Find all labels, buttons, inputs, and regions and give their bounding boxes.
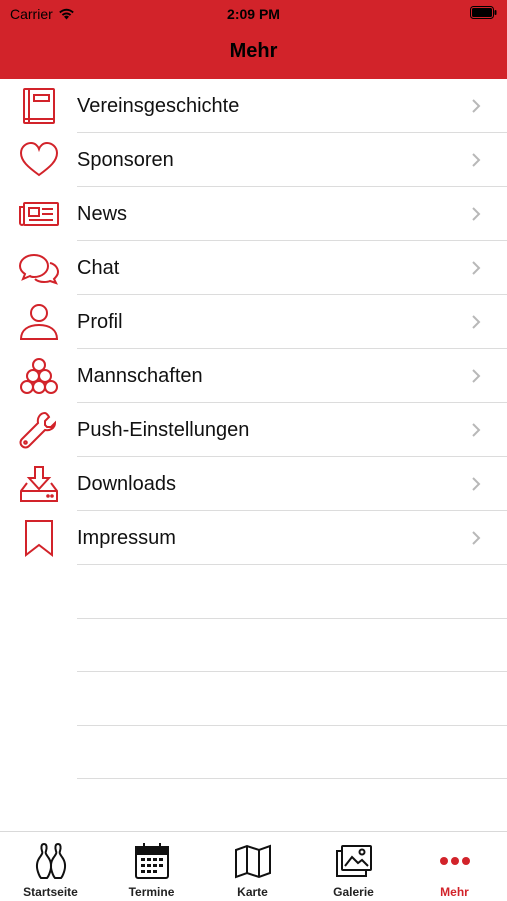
page-title: Mehr <box>229 40 278 62</box>
tab-label: Galerie <box>333 885 374 899</box>
chevron-right-icon <box>472 369 481 383</box>
menu-item-label: Downloads <box>77 473 176 495</box>
calendar-icon <box>135 843 169 879</box>
menu-item-impressum[interactable]: Impressum <box>0 511 507 565</box>
menu-item-news[interactable]: News <box>0 187 507 241</box>
tab-label: Mehr <box>440 885 469 899</box>
chevron-right-icon <box>472 477 481 491</box>
chevron-right-icon <box>472 99 481 113</box>
empty-row-divider <box>77 671 507 672</box>
battery-icon <box>470 6 497 19</box>
menu-item-sponsoren[interactable]: Sponsoren <box>0 133 507 187</box>
menu-item-label: Sponsoren <box>77 149 174 171</box>
chevron-right-icon <box>472 531 481 545</box>
menu-item-label: Chat <box>77 257 120 279</box>
menu-item-chat[interactable]: Chat <box>0 241 507 295</box>
more-dots-icon <box>440 857 470 865</box>
book-icon <box>23 88 55 124</box>
empty-row-divider <box>77 778 507 779</box>
chevron-right-icon <box>472 153 481 167</box>
menu-item-label: Profil <box>77 311 123 333</box>
tab-bar: Startseite Termine Karte Galerie Mehr <box>0 831 507 901</box>
menu-item-label: Mannschaften <box>77 365 203 387</box>
chevron-right-icon <box>472 423 481 437</box>
map-icon <box>235 844 271 879</box>
tab-label: Termine <box>128 885 175 899</box>
bowling-pins-icon <box>35 842 67 879</box>
chat-bubbles-icon <box>18 253 60 285</box>
tab-termine[interactable]: Termine <box>101 832 202 901</box>
wrench-icon <box>19 411 57 449</box>
menu-item-label: Impressum <box>77 527 176 549</box>
menu-item-vereinsgeschichte[interactable]: Vereinsgeschichte <box>0 79 507 133</box>
status-bar: Carrier 2:09 PM <box>0 0 507 26</box>
menu-item-profil[interactable]: Profil <box>0 295 507 349</box>
newspaper-icon <box>19 202 59 226</box>
empty-row-divider <box>77 618 507 619</box>
person-icon <box>19 304 59 340</box>
heart-icon <box>19 141 59 177</box>
chevron-right-icon <box>472 207 481 221</box>
divider <box>77 564 507 565</box>
empty-row-divider <box>77 725 507 726</box>
chevron-right-icon <box>472 261 481 275</box>
tab-karte[interactable]: Karte <box>202 832 303 901</box>
tab-galerie[interactable]: Galerie <box>303 832 404 901</box>
tab-label: Startseite <box>23 885 78 899</box>
team-balls-icon <box>20 358 58 394</box>
menu-item-label: Push-Einstellungen <box>77 419 250 441</box>
tab-label: Karte <box>237 885 268 899</box>
menu-item-push-einstellungen[interactable]: Push-Einstellungen <box>0 403 507 457</box>
chevron-right-icon <box>472 315 481 329</box>
tab-mehr[interactable]: Mehr <box>404 832 505 901</box>
download-tray-icon <box>20 466 58 502</box>
bookmark-icon <box>25 520 53 558</box>
header: Carrier 2:09 PM Mehr <box>0 0 507 79</box>
menu-item-mannschaften[interactable]: Mannschaften <box>0 349 507 403</box>
menu-item-label: News <box>77 203 128 225</box>
menu-item-label: Vereinsgeschichte <box>77 95 240 117</box>
gallery-icon <box>336 845 372 877</box>
menu-item-downloads[interactable]: Downloads <box>0 457 507 511</box>
status-time: 2:09 PM <box>227 6 280 22</box>
tab-startseite[interactable]: Startseite <box>0 832 101 901</box>
